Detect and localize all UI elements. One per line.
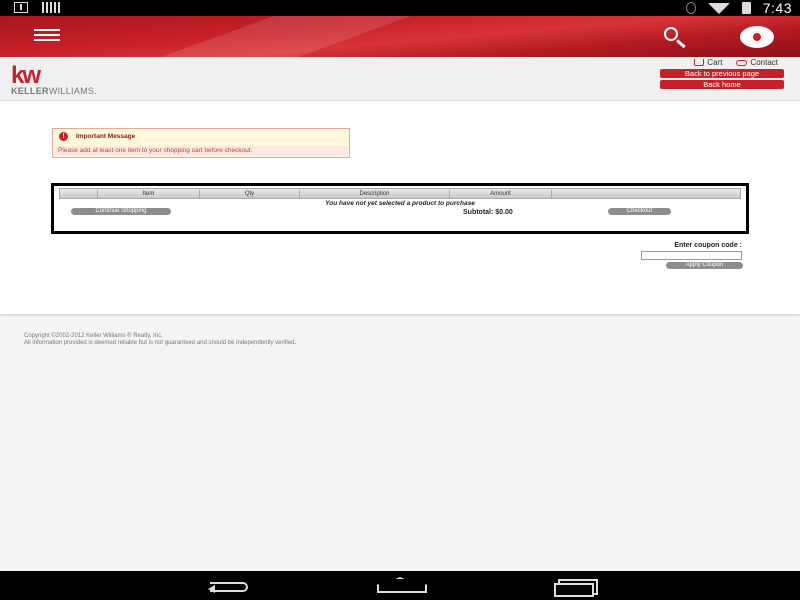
hamburger-icon[interactable] — [34, 29, 60, 43]
download-icon — [14, 2, 28, 13]
wifi-icon — [707, 2, 730, 14]
cart-content: ! Important Message Please add at least … — [0, 101, 800, 314]
logo-bar: kw KELLERWILLIAMS. Cart Contact — [0, 57, 800, 101]
recent-apps-icon[interactable] — [550, 577, 598, 597]
apply-coupon-button[interactable]: Apply Coupon — [666, 262, 743, 269]
contact-icon — [736, 59, 748, 66]
status-time: 7:43 — [762, 0, 792, 16]
back-home-button[interactable]: Back home — [660, 80, 784, 89]
cart-link-label: Cart — [707, 58, 723, 67]
cart-actions-row: Continue Shopping Subtotal: $0.00 Checko… — [54, 208, 746, 218]
subtotal: Subtotal: $0.00 — [463, 209, 513, 216]
important-message-alert: ! Important Message Please add at least … — [52, 128, 350, 158]
subtotal-label: Subtotal: — [463, 209, 494, 216]
cart-empty-message: You have not yet selected a product to p… — [325, 200, 475, 207]
alert-icon: ! — [59, 132, 68, 141]
site-header — [0, 16, 800, 57]
battery-icon — [741, 2, 751, 14]
contact-link[interactable]: Contact — [736, 58, 778, 67]
android-nav-bar — [0, 571, 800, 600]
contact-link-label: Contact — [750, 58, 778, 67]
coupon-label: Enter coupon code : — [674, 242, 742, 249]
logo-name: KELLERWILLIAMS. — [11, 86, 98, 96]
coupon-code-input[interactable] — [641, 251, 742, 260]
alert-title: Important Message — [76, 133, 136, 140]
home-icon[interactable] — [377, 577, 423, 595]
search-icon[interactable] — [662, 26, 690, 49]
cart-icon — [694, 59, 705, 66]
chrome-icon[interactable] — [740, 26, 774, 48]
bluetooth-icon — [685, 2, 696, 14]
cart-link[interactable]: Cart — [694, 58, 722, 67]
column-header-item: Item — [98, 190, 200, 198]
continue-shopping-button[interactable]: Continue Shopping — [71, 208, 171, 215]
subtotal-value: $0.00 — [495, 209, 513, 216]
barcode-icon — [42, 2, 60, 13]
back-icon[interactable] — [206, 577, 252, 595]
status-bar: 7:43 — [0, 0, 800, 16]
back-previous-button[interactable]: Back to previous page — [660, 69, 784, 78]
column-header-qty: Qty — [200, 190, 300, 198]
keller-williams-logo[interactable]: kw KELLERWILLIAMS. — [10, 62, 140, 97]
shopping-cart-table: Item Qty Description Amount You have not… — [51, 183, 749, 234]
column-header-description: Description — [300, 190, 450, 198]
footer-disclaimer: All information provided is deemed relia… — [24, 339, 297, 346]
checkout-button[interactable]: Checkout — [608, 208, 671, 215]
alert-message: Please add at least one item to your sho… — [56, 146, 348, 156]
utility-links: Cart Contact — [694, 58, 778, 67]
column-header-amount: Amount — [450, 190, 552, 198]
footer: Copyright ©2002-2012 Keller Williams ® R… — [24, 333, 296, 346]
cart-table-header: Item Qty Description Amount — [59, 188, 741, 199]
column-header — [60, 190, 98, 198]
